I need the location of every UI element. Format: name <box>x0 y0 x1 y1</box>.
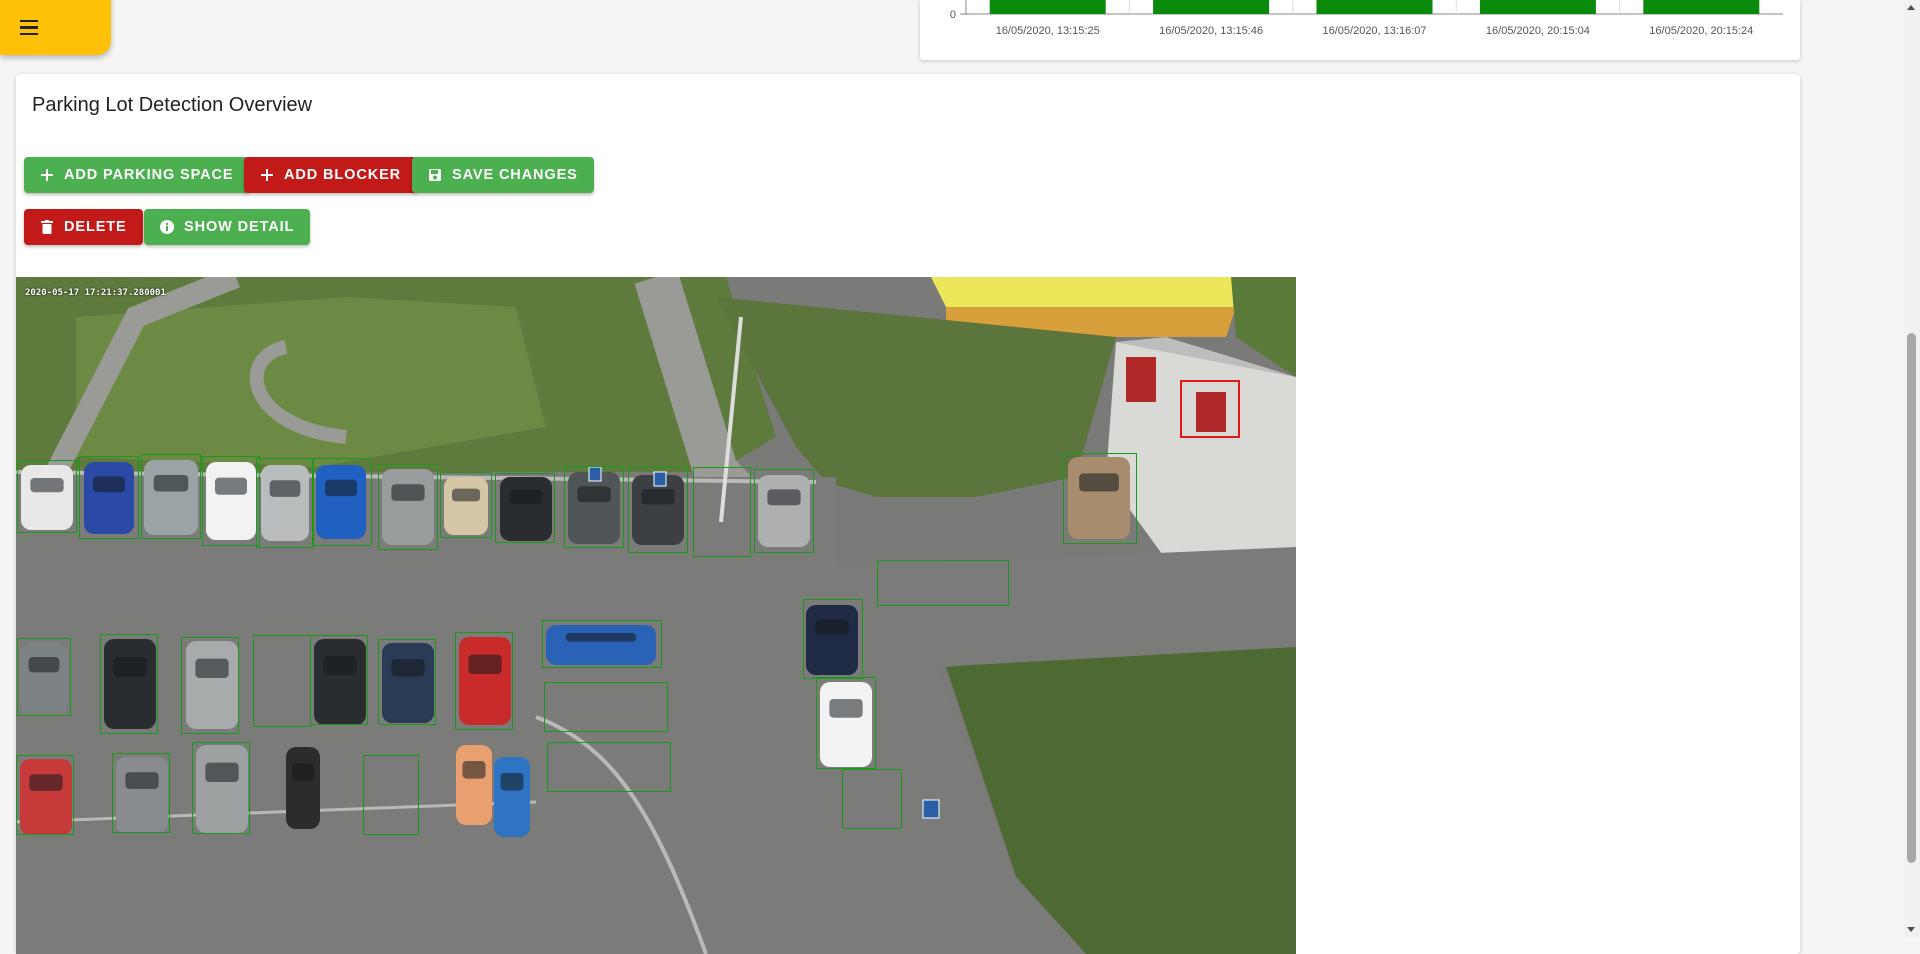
parking-space-box[interactable] <box>310 635 368 725</box>
car-shape <box>456 745 492 825</box>
parking-space-box[interactable] <box>816 677 876 769</box>
parking-space-box[interactable] <box>253 635 311 727</box>
save-changes-button[interactable]: SAVE CHANGES <box>412 157 594 193</box>
parking-space-box[interactable] <box>112 753 170 833</box>
parking-space-box[interactable] <box>877 560 1009 606</box>
parking-lot-image <box>16 277 1296 954</box>
parking-space-box[interactable] <box>542 620 662 668</box>
car-windshield <box>500 773 524 791</box>
delete-label: DELETE <box>64 219 127 235</box>
add-parking-space-label: ADD PARKING SPACE <box>64 167 234 183</box>
x-tick-label: 16/05/2020, 13:15:46 <box>1159 25 1263 37</box>
parking-space-box[interactable] <box>1063 453 1137 544</box>
parking-space-box[interactable] <box>842 769 902 829</box>
scrollbar-thumb[interactable] <box>1907 333 1916 863</box>
plus-icon <box>260 168 274 182</box>
save-changes-label: SAVE CHANGES <box>452 167 578 183</box>
parking-space-box[interactable] <box>17 460 77 533</box>
parking-space-box[interactable] <box>100 634 158 734</box>
parking-space-box[interactable] <box>16 755 74 835</box>
y-tick-label: 0 <box>950 9 956 21</box>
occupancy-chart: 0 16/05/2020, 13:15:25 16/05/2020, 13:15:… <box>950 0 1783 37</box>
parking-space-box[interactable] <box>256 458 314 548</box>
scroll-up-arrow-icon[interactable] <box>1907 5 1915 10</box>
chart-bar <box>1643 0 1760 14</box>
parking-space-box[interactable] <box>202 456 260 546</box>
parking-space-box[interactable] <box>79 456 139 539</box>
chart-bar <box>1153 0 1270 14</box>
camera-timestamp: 2020-05-17 17:21:37.280001 <box>25 288 166 298</box>
parking-space-box[interactable] <box>547 742 671 792</box>
info-icon <box>160 220 174 234</box>
car-shape <box>494 757 530 837</box>
x-tick-label: 16/05/2020, 13:15:25 <box>996 25 1100 37</box>
parking-space-box[interactable] <box>141 454 201 539</box>
page-scrollbar[interactable] <box>1903 0 1920 937</box>
car-windshield <box>462 761 486 779</box>
save-icon <box>428 168 442 182</box>
camera-view[interactable]: 2020-05-17 17:21:37.280001 <box>16 277 1296 954</box>
chart-bar <box>1316 0 1433 14</box>
x-tick-label: 16/05/2020, 13:16:07 <box>1323 25 1427 37</box>
add-blocker-button[interactable]: ADD BLOCKER <box>244 157 418 193</box>
parking-space-box[interactable] <box>192 742 250 834</box>
parking-overview-card: Parking Lot Detection Overview ADD PARKI… <box>16 74 1800 954</box>
x-tick-label: 16/05/2020, 20:15:24 <box>1649 25 1753 37</box>
menu-icon <box>20 19 38 36</box>
parking-space-box[interactable] <box>378 639 436 725</box>
parking-space-box[interactable] <box>564 466 624 548</box>
plus-icon <box>40 168 54 182</box>
trash-icon <box>40 220 54 234</box>
show-detail-label: SHOW DETAIL <box>184 219 295 235</box>
chart-bar <box>989 0 1106 14</box>
parking-space-box[interactable] <box>495 473 555 543</box>
page-title: Parking Lot Detection Overview <box>32 94 313 116</box>
scroll-down-arrow-icon[interactable] <box>1907 927 1915 932</box>
parking-space-box[interactable] <box>455 632 513 730</box>
parking-space-box[interactable] <box>17 638 71 716</box>
parking-space-box[interactable] <box>378 464 438 550</box>
car-shape <box>286 747 320 829</box>
x-tick-label: 16/05/2020, 20:15:04 <box>1486 25 1590 37</box>
car-windshield <box>292 763 314 782</box>
menu-button[interactable] <box>0 0 111 55</box>
parking-space-box[interactable] <box>693 467 751 557</box>
parking-space-box[interactable] <box>628 467 688 553</box>
parking-space-box[interactable] <box>754 469 814 553</box>
occupancy-chart-card: 0 16/05/2020, 13:15:25 16/05/2020, 13:15:… <box>920 0 1800 60</box>
add-parking-space-button[interactable]: ADD PARKING SPACE <box>24 157 250 193</box>
parking-space-box[interactable] <box>803 599 863 679</box>
chart-bar <box>1479 0 1596 14</box>
delete-button[interactable]: DELETE <box>24 209 143 245</box>
show-detail-button[interactable]: SHOW DETAIL <box>144 209 311 245</box>
parking-space-box[interactable] <box>363 755 419 835</box>
add-blocker-label: ADD BLOCKER <box>284 167 402 183</box>
parking-space-box[interactable] <box>440 472 492 538</box>
parking-space-box[interactable] <box>544 682 668 732</box>
parking-space-box[interactable] <box>312 458 372 546</box>
blocker-box[interactable] <box>1180 380 1240 438</box>
parking-space-box[interactable] <box>181 637 239 734</box>
